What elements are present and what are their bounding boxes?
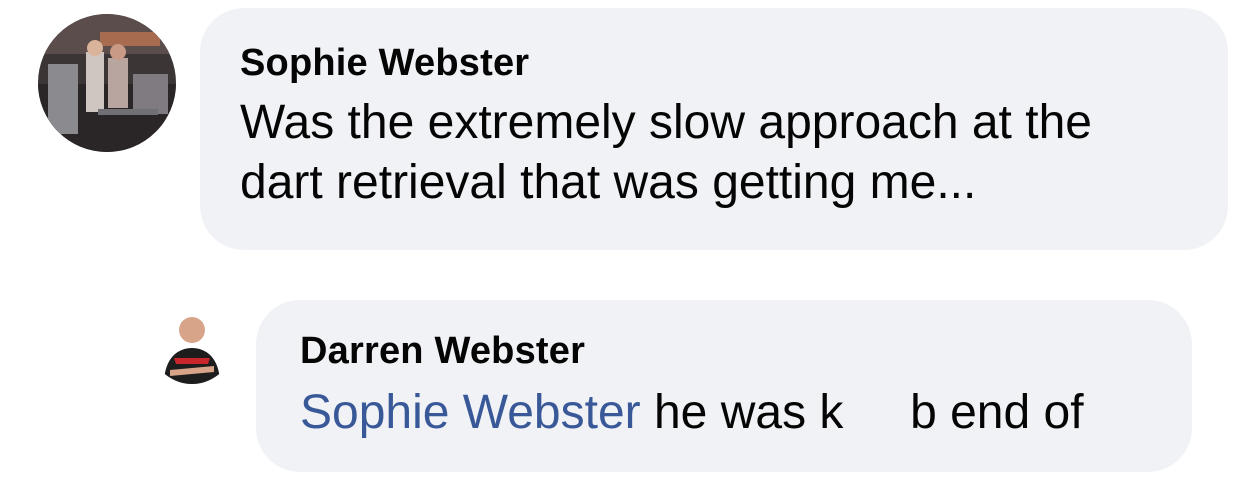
avatar[interactable] bbox=[150, 300, 234, 384]
mention-link[interactable]: Sophie Webster bbox=[300, 386, 641, 439]
comment-bubble: Darren Webster Sophie Webster he was k b… bbox=[256, 300, 1192, 472]
profile-photo-icon bbox=[38, 14, 176, 152]
comment-author[interactable]: Sophie Webster bbox=[240, 42, 1188, 85]
comment-text-body: he was k b end of bbox=[640, 386, 1084, 439]
comment-text-line: dart retrieval that was getting me... bbox=[240, 156, 977, 209]
profile-photo-icon bbox=[150, 300, 234, 384]
avatar[interactable] bbox=[38, 14, 176, 152]
comment-text-line: Was the extremely slow approach at the bbox=[240, 96, 1092, 149]
comment-bubble: Sophie Webster Was the extremely slow ap… bbox=[200, 8, 1228, 250]
comment-author[interactable]: Darren Webster bbox=[300, 330, 1148, 373]
comment-text: Was the extremely slow approach at the d… bbox=[240, 93, 1188, 213]
comment-text: Sophie Webster he was k b end of bbox=[300, 383, 1148, 443]
